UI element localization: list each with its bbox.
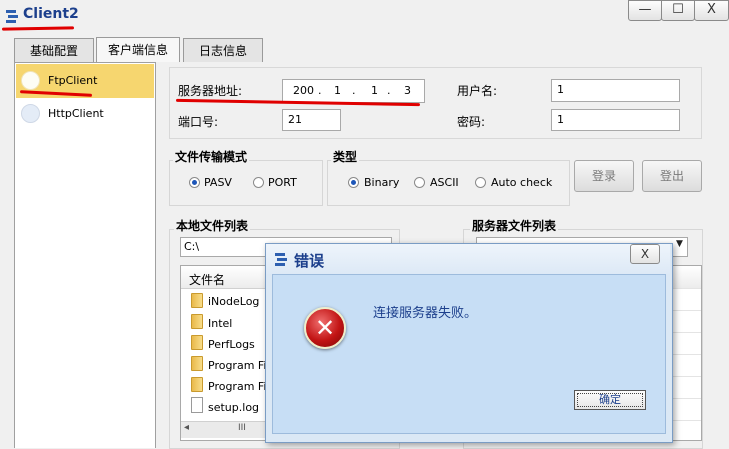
close-button[interactable]: X [694, 0, 729, 21]
transfer-mode-title: 文件传输模式 [173, 148, 250, 165]
dialog-app-icon [275, 253, 287, 266]
ip-octet-2: 1 [334, 84, 341, 97]
server-files-title: 服务器文件列表 [470, 217, 559, 234]
binary-label[interactable]: Binary [364, 176, 399, 189]
tab-client-info[interactable]: 客户端信息 [96, 37, 180, 64]
file-type-title: 类型 [331, 148, 360, 165]
list-item[interactable]: setup.log [208, 401, 259, 414]
sidebar-item-httpclient[interactable]: HttpClient [48, 107, 104, 120]
password-label: 密码: [457, 115, 486, 129]
maximize-icon: ☐ [672, 2, 684, 17]
ftpclient-icon [21, 71, 40, 90]
local-files-title: 本地文件列表 [174, 217, 251, 234]
dialog-message: 连接服务器失败。 [373, 306, 478, 321]
file-icon [191, 397, 203, 413]
scroll-left-icon[interactable]: ◂ [184, 422, 189, 433]
httpclient-icon[interactable] [21, 104, 40, 123]
folder-icon [191, 356, 203, 371]
list-item[interactable]: Intel [208, 317, 232, 330]
ip-dot: . [352, 84, 356, 97]
minimize-icon: — [638, 2, 652, 17]
minimize-button[interactable]: — [628, 0, 662, 21]
filename-column-header[interactable]: 文件名 [189, 271, 225, 288]
ascii-radio[interactable] [414, 177, 425, 188]
window-title: Client2 [23, 6, 79, 22]
tab-basic-config[interactable]: 基础配置 [14, 38, 94, 63]
password-input[interactable]: 1 [551, 109, 680, 131]
server-ip-input[interactable]: 200 . 1 . 1 . 3 [282, 79, 425, 103]
username-input[interactable]: 1 [551, 79, 680, 102]
list-item[interactable]: Program File [208, 359, 268, 372]
logout-button[interactable]: 登出 [642, 160, 702, 192]
port-mode-label[interactable]: PORT [268, 176, 297, 189]
folder-icon [191, 314, 203, 329]
port-input[interactable]: 21 [282, 109, 341, 131]
maximize-button[interactable]: ☐ [661, 0, 695, 21]
horizontal-scrollbar[interactable] [181, 421, 270, 438]
error-icon: ✕ [304, 307, 346, 349]
pasv-radio[interactable] [189, 177, 200, 188]
chevron-down-icon[interactable]: ▼ [676, 239, 683, 249]
binary-radio[interactable] [348, 177, 359, 188]
port-label: 端口号: [178, 115, 219, 129]
ip-dot: . [387, 84, 391, 97]
dialog-title: 错误 [294, 252, 325, 270]
username-label: 用户名: [457, 84, 498, 98]
auto-check-radio[interactable] [475, 177, 486, 188]
close-icon: X [707, 2, 716, 17]
list-item[interactable]: iNodeLog [208, 295, 259, 308]
dialog-title-bar[interactable] [266, 244, 670, 274]
login-button[interactable]: 登录 [574, 160, 634, 192]
folder-icon [191, 293, 203, 308]
ip-octet-3: 1 [371, 84, 378, 97]
title-bar [0, 0, 729, 32]
auto-check-label[interactable]: Auto check [491, 176, 552, 189]
server-address-label: 服务器地址: [178, 84, 243, 98]
tab-log-info[interactable]: 日志信息 [183, 38, 263, 63]
app-icon [6, 10, 18, 23]
list-item[interactable]: Program File [208, 380, 268, 393]
ip-octet-4: 3 [404, 84, 411, 97]
ok-button[interactable]: 确定 [574, 390, 646, 410]
pasv-label[interactable]: PASV [204, 176, 232, 189]
folder-icon [191, 335, 203, 350]
local-file-list[interactable] [180, 265, 272, 441]
folder-icon [191, 377, 203, 392]
dialog-close-button[interactable]: X [630, 244, 660, 264]
ip-octet-1: 200 [293, 84, 314, 97]
scroll-grip-icon[interactable]: III [238, 423, 246, 433]
port-radio[interactable] [253, 177, 264, 188]
ip-dot: . [318, 84, 322, 97]
ascii-label[interactable]: ASCII [430, 176, 459, 189]
list-item[interactable]: PerfLogs [208, 338, 255, 351]
dialog-body [272, 274, 666, 434]
sidebar-item-label: FtpClient [48, 74, 98, 87]
